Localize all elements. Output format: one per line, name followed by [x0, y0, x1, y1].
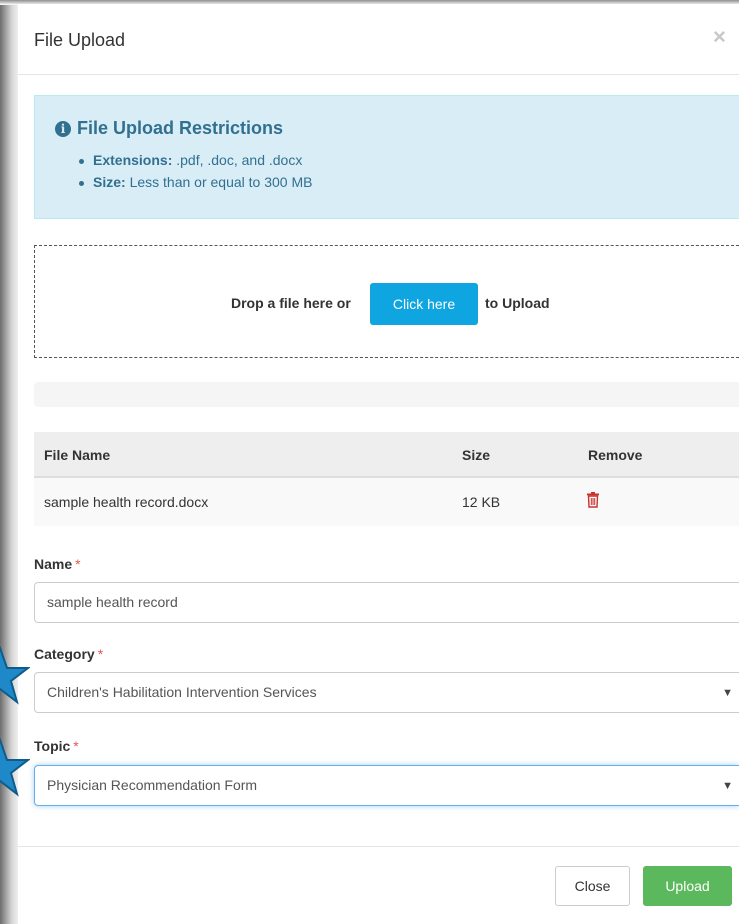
required-marker: * — [97, 646, 104, 662]
star-marker-icon — [0, 646, 30, 705]
table-row: sample health record.docx 12 KB — [34, 478, 739, 526]
modal-header: File Upload × — [18, 4, 739, 75]
name-label-text: Name — [34, 556, 73, 572]
close-button[interactable]: Close — [555, 866, 630, 906]
restriction-label: Extensions: — [93, 152, 173, 168]
close-icon[interactable]: × — [713, 24, 726, 50]
star-marker-icon — [0, 738, 30, 797]
dropzone-text-before: Drop a file here or — [231, 295, 351, 311]
trash-icon[interactable] — [587, 492, 599, 508]
restrictions-title-text: File Upload Restrictions — [77, 118, 284, 138]
restriction-value: .pdf, .doc, and .docx — [176, 152, 303, 168]
upload-button[interactable]: Upload — [643, 866, 732, 906]
upload-restrictions-alert: i File Upload Restrictions Extensions: .p… — [34, 95, 739, 219]
topic-select[interactable]: Physician Recommendation Form ▼ — [34, 765, 739, 806]
column-header-file-name: File Name — [44, 447, 111, 463]
restrictions-list: Extensions: .pdf, .doc, and .docx Size: … — [79, 152, 312, 196]
topic-label-text: Topic — [34, 738, 71, 754]
category-select[interactable]: Children's Habilitation Intervention Ser… — [34, 672, 739, 713]
upload-progress-bar — [34, 382, 739, 407]
required-marker: * — [73, 738, 79, 754]
category-selected-value: Children's Habilitation Intervention Ser… — [47, 684, 317, 700]
file-name-cell: sample health record.docx — [44, 494, 209, 510]
info-circle-icon: i — [55, 121, 71, 137]
name-input[interactable]: sample health record — [34, 582, 739, 623]
list-item: Size: Less than or equal to 300 MB — [79, 174, 312, 190]
click-here-button[interactable]: Click here — [370, 283, 478, 325]
list-item: Extensions: .pdf, .doc, and .docx — [79, 152, 312, 168]
column-header-remove: Remove — [588, 447, 643, 463]
column-header-size: Size — [462, 447, 491, 463]
table-header: File Name Size Remove — [34, 432, 739, 478]
topic-selected-value: Physician Recommendation Form — [47, 777, 258, 793]
file-dropzone[interactable]: Drop a file here or Click here to Upload — [34, 245, 739, 358]
category-label: Category * — [34, 646, 103, 662]
modal-title: File Upload — [34, 30, 126, 50]
dropdown-caret-icon: ▼ — [722, 687, 733, 699]
category-label-text: Category — [34, 646, 95, 662]
restrictions-title: i File Upload Restrictions — [55, 118, 283, 139]
modal-footer-divider — [18, 846, 739, 847]
dropdown-caret-icon: ▼ — [722, 780, 733, 792]
file-upload-modal: File Upload × i File Upload Restrictions … — [18, 4, 739, 924]
topic-label: Topic * — [34, 738, 79, 754]
name-label: Name * — [34, 556, 81, 572]
dropzone-text-after: to Upload — [485, 295, 550, 311]
restriction-label: Size: — [93, 174, 126, 190]
file-size-cell: 12 KB — [462, 494, 501, 510]
restriction-value: Less than or equal to 300 MB — [129, 174, 313, 190]
required-marker: * — [75, 556, 81, 572]
